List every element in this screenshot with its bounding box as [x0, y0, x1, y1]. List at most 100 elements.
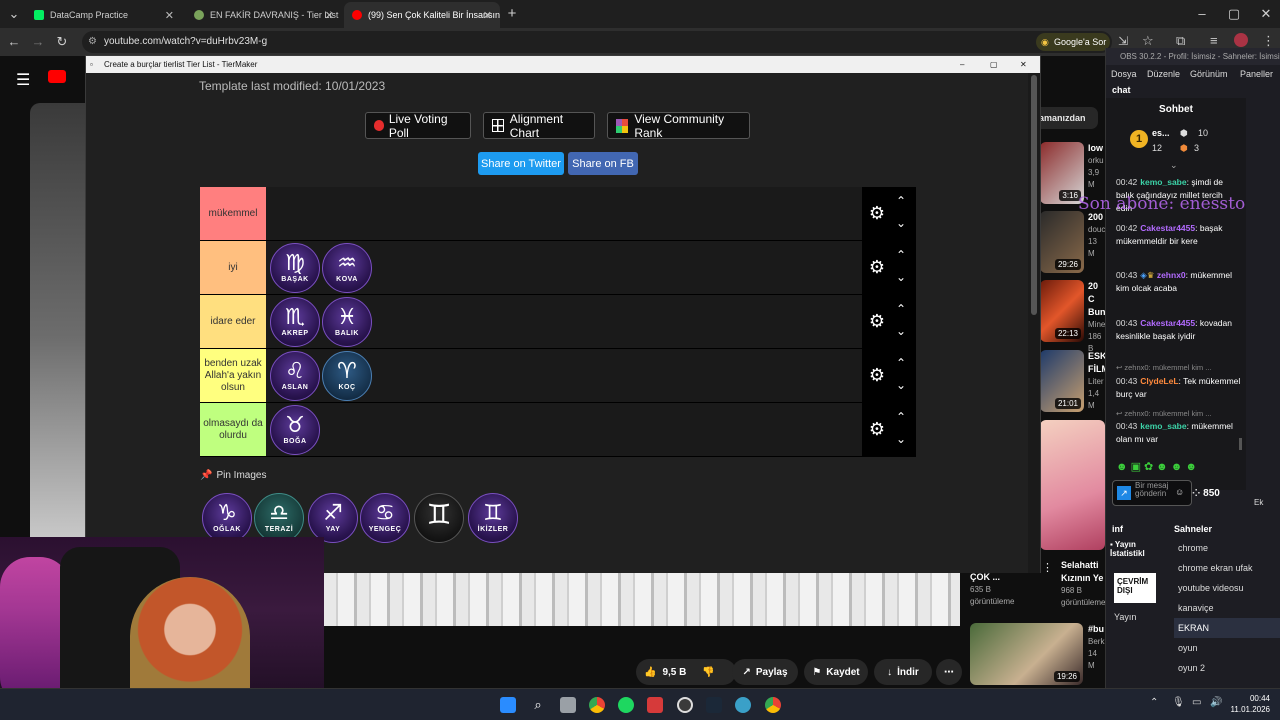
chat-scrollbar[interactable] — [1239, 438, 1242, 450]
zodiac-item-basak[interactable]: ♍ BAŞAK — [270, 243, 320, 293]
scene-item[interactable]: oyun — [1174, 638, 1280, 658]
chevron-up-icon[interactable]: ⌃ — [896, 357, 906, 369]
zodiac-pool-yengec[interactable]: ♋ YENGEÇ — [360, 493, 410, 543]
tier-row[interactable]: benden uzak Allah'a yakın olsun ♌ ASLAN ♈… — [200, 349, 916, 403]
expand-chevron-icon[interactable]: ⌄ — [1170, 160, 1178, 171]
bookmark-star-icon[interactable]: ☆ — [1142, 33, 1154, 49]
like-count[interactable]: 9,5 B — [662, 667, 686, 678]
chevron-down-icon[interactable]: ⌄ — [896, 433, 906, 445]
sidebar-thumbnail[interactable]: 22:13 — [1040, 280, 1084, 342]
browser-icon[interactable] — [735, 697, 751, 713]
sidebar-video-info[interactable]: 20 C Bun Mine 186 B — [1088, 280, 1105, 355]
scene-item[interactable]: youtube videosu — [1174, 578, 1280, 598]
msg-user[interactable]: kemo_sabe — [1140, 177, 1186, 187]
google-ask-button[interactable]: ◉ Google'a Sor — [1036, 33, 1110, 51]
stream-stats-tab[interactable]: ▪ Yayın İstatistikl — [1110, 540, 1170, 558]
zodiac-item-aslan[interactable]: ♌ ASLAN — [270, 351, 320, 401]
tier-label[interactable]: iyi — [200, 241, 266, 294]
sidebar-thumbnail[interactable] — [1040, 420, 1105, 550]
zodiac-item-boga[interactable]: ♉ BOĞA — [270, 405, 320, 455]
download-button[interactable]: ↓ İndir — [874, 659, 932, 685]
close-window-icon[interactable]: ✕ — [1258, 6, 1274, 22]
view-community-rank-button[interactable]: View Community Rank — [607, 112, 750, 140]
msg-user[interactable]: ClydeLeL — [1140, 376, 1178, 386]
sidebar-video-info[interactable]: low orku 3,9 M — [1088, 142, 1105, 191]
sidebar-thumbnail[interactable]: 29:26 — [1040, 211, 1084, 273]
panel-tab-ek[interactable]: Ek — [1254, 498, 1263, 507]
minimize-icon[interactable]: – — [1194, 6, 1210, 22]
chevron-down-icon[interactable]: ⌄ — [896, 271, 906, 283]
share-button[interactable]: ↗ Paylaş — [732, 659, 798, 685]
minimize-icon[interactable]: – — [960, 56, 964, 73]
tier-label[interactable]: benden uzak Allah'a yakın olsun — [200, 349, 266, 402]
tier-row[interactable]: mükemmel ⚙ ⌃ ⌄ — [200, 187, 916, 241]
close-icon[interactable]: ✕ — [1020, 56, 1027, 73]
tier-label[interactable]: olmasaydı da olurdu — [200, 403, 266, 456]
scene-item[interactable]: kanaviçe — [1174, 598, 1280, 618]
chat-input[interactable]: ↗ Bir mesaj gönderin ☺ — [1112, 480, 1192, 506]
sidebar-video-info[interactable]: ESK FİLM Liter 1,4 M — [1088, 350, 1105, 412]
share-fb-button[interactable]: Share on FB — [568, 152, 638, 175]
zodiac-item-akrep[interactable]: ♏ AKREP — [270, 297, 320, 347]
new-tab-icon[interactable]: + — [504, 6, 520, 22]
task-view-icon[interactable] — [560, 697, 576, 713]
tab-tierlist[interactable]: EN FAKİR DAVRANIŞ - Tier List ✕ — [186, 2, 342, 28]
gear-icon[interactable]: ⚙ — [868, 366, 886, 384]
zodiac-pool-yay[interactable]: ♐ YAY — [308, 493, 358, 543]
scene-item[interactable]: chrome ekran ufak — [1174, 558, 1280, 578]
hamburger-menu-icon[interactable]: ☰ — [16, 70, 30, 90]
chevron-up-icon[interactable]: ⌃ — [896, 411, 906, 423]
reload-icon[interactable]: ↻ — [54, 34, 70, 50]
gear-icon[interactable]: ⚙ — [868, 258, 886, 276]
zodiac-item-koc[interactable]: ♈ KOÇ — [322, 351, 372, 401]
alignment-chart-button[interactable]: Alignment Chart — [483, 112, 595, 140]
forward-icon[interactable]: → — [30, 34, 46, 50]
zodiac-pool-oglak[interactable]: ♑ OĞLAK — [202, 493, 252, 543]
zodiac-pool-ikizler[interactable]: ♊ İKİZLER — [468, 493, 518, 543]
clock[interactable]: 00:44 11.01.2026 — [1226, 693, 1270, 715]
maximize-icon[interactable]: ▢ — [1226, 6, 1242, 22]
scene-item[interactable]: chrome — [1174, 538, 1280, 558]
chrome-icon[interactable] — [765, 697, 781, 713]
rec-video-info[interactable]: #bu Berk 14 M — [1088, 623, 1105, 672]
tier-label[interactable]: idare eder — [200, 295, 266, 348]
rec-thumbnail[interactable]: 19:26 — [970, 623, 1083, 685]
emote-row[interactable]: ☻▣✿☻☻☻ — [1116, 460, 1200, 473]
gear-icon[interactable]: ⚙ — [868, 204, 886, 222]
network-icon[interactable]: ▭ — [1192, 697, 1201, 708]
maximize-icon[interactable]: ▢ — [990, 56, 998, 73]
sidebar-video-info[interactable]: 200 douc 13 M — [1088, 211, 1105, 260]
steam-icon[interactable] — [706, 697, 722, 713]
chevron-up-icon[interactable]: ⌃ — [896, 303, 906, 315]
mic-icon[interactable]: 🎙 — [1172, 697, 1185, 708]
zodiac-pool-terazi[interactable]: ♎ TERAZİ — [254, 493, 304, 543]
menu-dosya[interactable]: Dosya — [1111, 69, 1137, 79]
reply-preview[interactable]: ↩ zehnx0: mükemmel kim ... — [1116, 409, 1241, 418]
extensions-icon[interactable]: ⧉ — [1176, 33, 1185, 49]
zodiac-pool-gemini-symbol[interactable]: ♊ — [414, 493, 464, 543]
gear-icon[interactable]: ⚙ — [868, 312, 886, 330]
reply-preview[interactable]: ↩ zehnx0: mükemmel kim ... — [1116, 363, 1241, 372]
scene-item[interactable]: oyun 2 — [1174, 658, 1280, 678]
rec-video-info[interactable]: ÇOK ... 635 B görüntüleme — [970, 571, 1014, 608]
scene-item-selected[interactable]: EKRAN — [1174, 618, 1280, 638]
share-twitter-button[interactable]: Share on Twitter — [478, 152, 564, 175]
url-field[interactable]: ⚙ youtube.com/watch?v=duHrbv23M-g — [82, 31, 1112, 53]
search-icon[interactable]: ⌕ — [530, 697, 546, 713]
app-icon[interactable] — [647, 697, 663, 713]
chevron-down-icon[interactable]: ⌄ — [896, 379, 906, 391]
live-voting-poll-button[interactable]: Live Voting Poll — [365, 112, 471, 140]
chevron-up-icon[interactable]: ⌃ — [896, 195, 906, 207]
zodiac-item-balik[interactable]: ♓ BALIK — [322, 297, 372, 347]
menu-icon[interactable]: ≡ — [1210, 33, 1218, 48]
close-tab-icon[interactable]: ✕ — [165, 9, 174, 22]
dislike-icon[interactable]: 👎 — [702, 667, 714, 678]
chrome-icon[interactable] — [589, 697, 605, 713]
pin-images-toggle[interactable]: 📌 Pin Images — [200, 470, 266, 481]
menu-duzenle[interactable]: Düzenle — [1147, 69, 1180, 79]
spotify-icon[interactable] — [618, 697, 634, 713]
like-icon[interactable]: 👍 — [644, 667, 656, 678]
channel-points[interactable]: ⁘ 850 — [1192, 488, 1220, 499]
chevron-down-icon[interactable]: ⌄ — [896, 325, 906, 337]
obs-icon[interactable] — [677, 697, 693, 713]
